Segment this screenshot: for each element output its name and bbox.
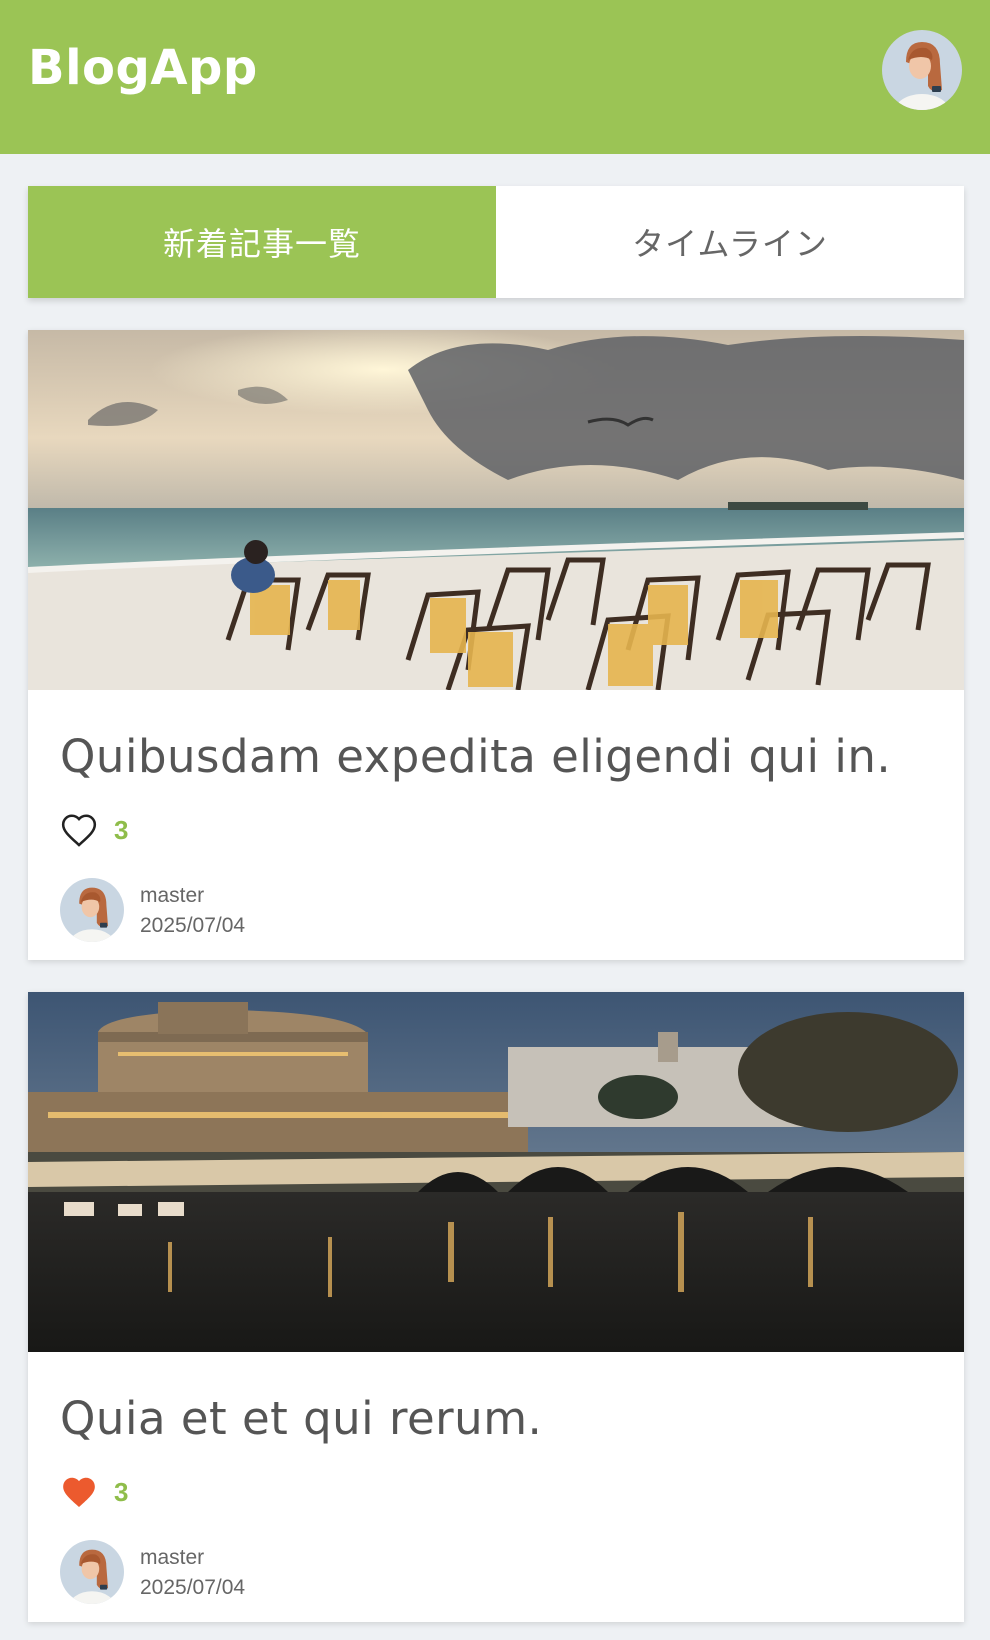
post-card[interactable]: Quibusdam expedita eligendi qui in. 3 ma…	[28, 330, 964, 960]
author-avatar[interactable]	[60, 878, 124, 942]
post-image[interactable]	[28, 992, 964, 1352]
author-name[interactable]: master	[140, 1546, 204, 1570]
app-header: BlogApp	[0, 0, 990, 154]
post-date: 2025/07/04	[140, 1576, 246, 1599]
tab-new-articles[interactable]: 新着記事一覧	[28, 186, 496, 298]
like-count: 3	[114, 1476, 129, 1507]
author-name[interactable]: master	[140, 884, 204, 908]
like-count: 3	[114, 814, 129, 845]
tab-timeline[interactable]: タイムライン	[496, 186, 964, 298]
heart-filled-icon[interactable]	[60, 1474, 98, 1510]
tab-bar: 新着記事一覧 タイムライン	[28, 186, 964, 298]
app-title[interactable]: BlogApp	[28, 40, 258, 96]
post-image[interactable]	[28, 330, 964, 690]
user-avatar[interactable]	[882, 30, 962, 110]
heart-outline-icon[interactable]	[60, 812, 98, 848]
like-row: 3	[60, 812, 128, 848]
post-title[interactable]: Quia et et qui rerum.	[60, 1392, 542, 1445]
post-date: 2025/07/04	[140, 914, 246, 937]
like-row: 3	[60, 1474, 128, 1510]
author-avatar[interactable]	[60, 1540, 124, 1604]
post-title[interactable]: Quibusdam expedita eligendi qui in.	[60, 730, 891, 783]
post-card[interactable]: Quia et et qui rerum. 3 master 2025/07/0…	[28, 992, 964, 1622]
